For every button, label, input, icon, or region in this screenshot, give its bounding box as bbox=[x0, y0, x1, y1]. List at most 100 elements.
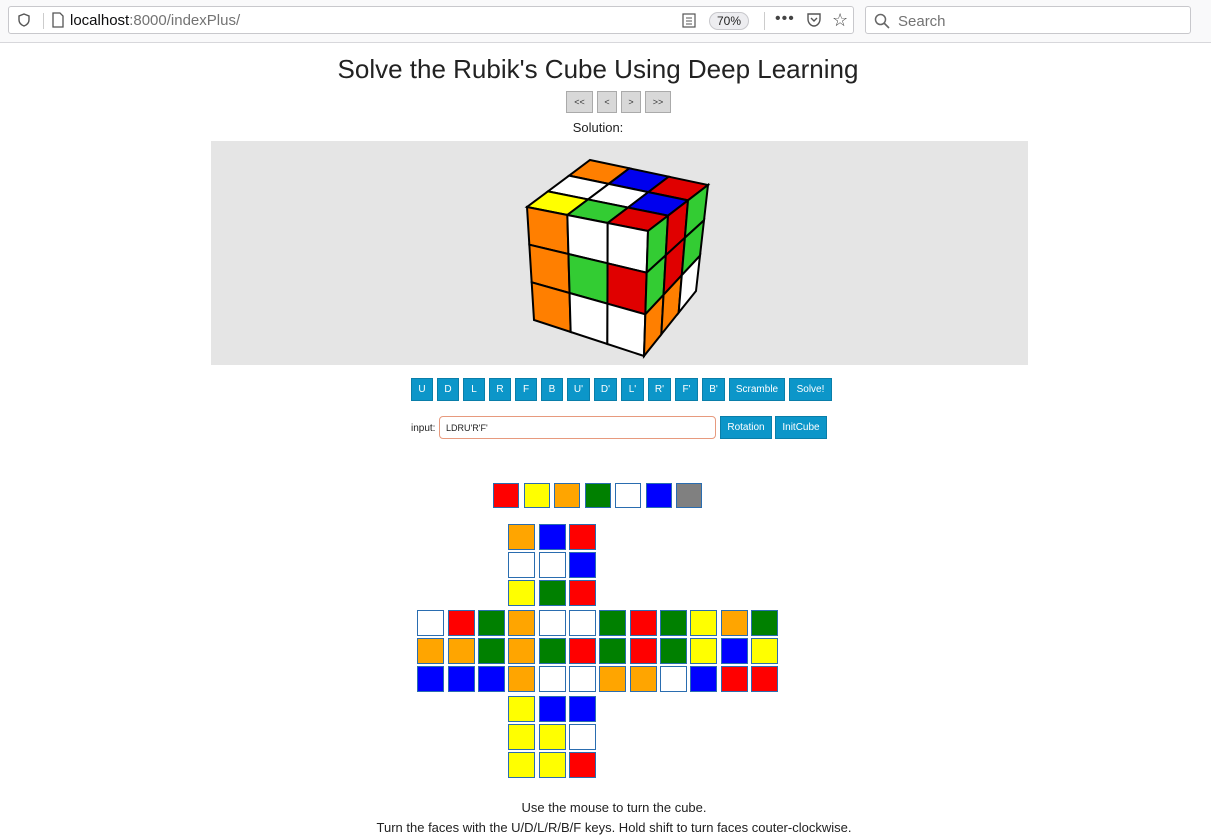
url-text[interactable]: localhost:8000/indexPlus/ bbox=[70, 12, 240, 29]
move-button-R-prime[interactable]: R' bbox=[648, 378, 671, 401]
net-sticker-F-2-0[interactable] bbox=[508, 666, 535, 692]
net-sticker-U-1-2[interactable] bbox=[569, 552, 596, 578]
palette-swatch-yellow[interactable] bbox=[523, 483, 550, 508]
help-text-mouse: Use the mouse to turn the cube. bbox=[521, 800, 707, 815]
net-sticker-R-1-1[interactable] bbox=[629, 638, 657, 664]
address-bar[interactable]: localhost:8000/indexPlus/ 70% ••• ☆ bbox=[8, 6, 854, 34]
first-step-button[interactable]: << bbox=[566, 91, 593, 113]
cube-3d[interactable] bbox=[211, 141, 1028, 365]
net-sticker-R-2-1[interactable] bbox=[629, 666, 657, 692]
palette-swatch-blue[interactable] bbox=[645, 483, 672, 508]
net-sticker-B-2-2[interactable] bbox=[751, 666, 778, 692]
net-sticker-F-0-1[interactable] bbox=[538, 610, 566, 636]
move-button-U-prime[interactable]: U' bbox=[567, 378, 590, 401]
net-sticker-F-1-2[interactable] bbox=[569, 638, 596, 664]
net-sticker-R-0-2[interactable] bbox=[660, 610, 687, 636]
move-button-D-prime[interactable]: D' bbox=[594, 378, 617, 401]
net-sticker-B-2-1[interactable] bbox=[720, 666, 748, 692]
scramble-button[interactable]: Scramble bbox=[729, 378, 785, 401]
net-sticker-F-2-2[interactable] bbox=[569, 666, 596, 692]
move-button-L[interactable]: L bbox=[463, 378, 485, 401]
prev-step-button[interactable]: < bbox=[597, 91, 617, 113]
solution-label: Solution: bbox=[572, 120, 624, 135]
palette-swatch-orange[interactable] bbox=[554, 483, 580, 508]
net-sticker-R-0-0[interactable] bbox=[599, 610, 626, 636]
move-button-R[interactable]: R bbox=[489, 378, 511, 401]
moves-input[interactable] bbox=[439, 416, 716, 439]
net-sticker-R-1-0[interactable] bbox=[599, 638, 626, 664]
zoom-indicator[interactable]: 70% bbox=[709, 12, 750, 30]
net-sticker-U-0-1[interactable] bbox=[538, 524, 566, 550]
move-button-L-prime[interactable]: L' bbox=[621, 378, 644, 401]
net-sticker-B-0-2[interactable] bbox=[751, 610, 778, 636]
move-button-D[interactable]: D bbox=[437, 378, 459, 401]
palette-swatch-green[interactable] bbox=[584, 483, 611, 508]
cube-3d-viewport[interactable] bbox=[211, 141, 1028, 365]
palette-swatch-red[interactable] bbox=[493, 483, 519, 508]
net-sticker-D-1-2[interactable] bbox=[569, 724, 596, 750]
net-sticker-U-0-0[interactable] bbox=[508, 524, 535, 550]
search-icon bbox=[874, 13, 890, 29]
bookmark-star-icon[interactable]: ☆ bbox=[832, 10, 848, 31]
move-button-B-prime[interactable]: B' bbox=[702, 378, 725, 401]
net-sticker-D-1-0[interactable] bbox=[508, 724, 535, 750]
net-sticker-F-2-1[interactable] bbox=[538, 666, 566, 692]
move-button-F[interactable]: F bbox=[515, 378, 537, 401]
net-sticker-L-1-0[interactable] bbox=[417, 638, 444, 664]
net-sticker-U-2-1[interactable] bbox=[538, 580, 566, 606]
net-sticker-L-0-0[interactable] bbox=[417, 610, 444, 636]
net-sticker-B-0-1[interactable] bbox=[720, 610, 748, 636]
move-button-B[interactable]: B bbox=[541, 378, 563, 401]
net-sticker-R-2-0[interactable] bbox=[599, 666, 626, 692]
reader-view-icon[interactable] bbox=[682, 13, 696, 28]
move-button-U[interactable]: U bbox=[411, 378, 433, 401]
net-sticker-L-1-1[interactable] bbox=[447, 638, 475, 664]
net-sticker-B-1-0[interactable] bbox=[690, 638, 717, 664]
net-sticker-D-1-1[interactable] bbox=[538, 724, 566, 750]
search-bar[interactable] bbox=[865, 6, 1191, 34]
net-sticker-L-1-2[interactable] bbox=[478, 638, 505, 664]
net-sticker-D-2-2[interactable] bbox=[569, 752, 596, 778]
net-sticker-U-2-2[interactable] bbox=[569, 580, 596, 606]
last-step-button[interactable]: >> bbox=[645, 91, 671, 113]
net-sticker-F-1-1[interactable] bbox=[538, 638, 566, 664]
net-sticker-B-0-0[interactable] bbox=[690, 610, 717, 636]
net-sticker-F-0-0[interactable] bbox=[508, 610, 535, 636]
solution-navigation: << < > >> bbox=[566, 91, 671, 113]
net-sticker-B-1-1[interactable] bbox=[720, 638, 748, 664]
net-sticker-D-0-0[interactable] bbox=[508, 696, 535, 722]
page-actions-icon[interactable]: ••• bbox=[775, 10, 795, 28]
input-label: input: bbox=[411, 423, 436, 434]
page-icon[interactable] bbox=[51, 12, 65, 28]
net-sticker-U-2-0[interactable] bbox=[508, 580, 535, 606]
pocket-icon[interactable] bbox=[806, 12, 822, 28]
net-sticker-D-0-1[interactable] bbox=[538, 696, 566, 722]
net-sticker-D-2-0[interactable] bbox=[508, 752, 535, 778]
net-sticker-L-0-1[interactable] bbox=[447, 610, 475, 636]
initcube-button[interactable]: InitCube bbox=[775, 416, 827, 439]
net-sticker-R-2-2[interactable] bbox=[660, 666, 687, 692]
next-step-button[interactable]: > bbox=[621, 91, 641, 113]
net-sticker-U-1-0[interactable] bbox=[508, 552, 535, 578]
net-sticker-L-0-2[interactable] bbox=[478, 610, 505, 636]
net-sticker-D-0-2[interactable] bbox=[569, 696, 596, 722]
net-sticker-F-1-0[interactable] bbox=[508, 638, 535, 664]
net-sticker-L-2-2[interactable] bbox=[478, 666, 505, 692]
palette-swatch-gray[interactable] bbox=[676, 483, 702, 508]
net-sticker-D-2-1[interactable] bbox=[538, 752, 566, 778]
net-sticker-R-1-2[interactable] bbox=[660, 638, 687, 664]
move-button-F-prime[interactable]: F' bbox=[675, 378, 698, 401]
rotation-button[interactable]: Rotation bbox=[720, 416, 772, 439]
net-sticker-U-0-2[interactable] bbox=[569, 524, 596, 550]
net-sticker-U-1-1[interactable] bbox=[538, 552, 566, 578]
net-sticker-B-1-2[interactable] bbox=[751, 638, 778, 664]
solve-button[interactable]: Solve! bbox=[789, 378, 832, 401]
tracking-shield-icon[interactable] bbox=[17, 13, 31, 27]
net-sticker-L-2-1[interactable] bbox=[447, 666, 475, 692]
net-sticker-L-2-0[interactable] bbox=[417, 666, 444, 692]
palette-swatch-white[interactable] bbox=[615, 483, 641, 508]
search-input[interactable] bbox=[896, 10, 1180, 32]
net-sticker-B-2-0[interactable] bbox=[690, 666, 717, 692]
net-sticker-F-0-2[interactable] bbox=[569, 610, 596, 636]
net-sticker-R-0-1[interactable] bbox=[629, 610, 657, 636]
